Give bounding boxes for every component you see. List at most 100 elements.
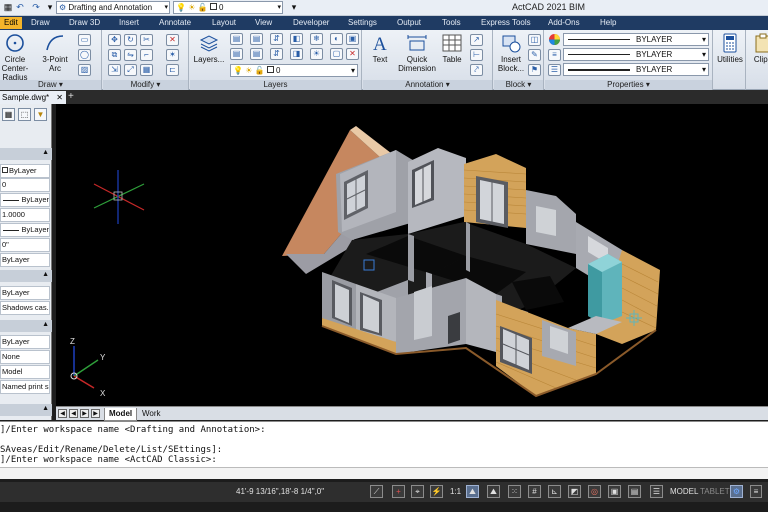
tab-add-ons[interactable]: Add-Ons: [544, 17, 584, 29]
tab-annotate[interactable]: Annotate: [155, 17, 195, 29]
otrack-icon[interactable]: ▣: [608, 485, 621, 498]
tab-edit[interactable]: Edit: [0, 17, 22, 29]
tab-draw-3d[interactable]: Draw 3D: [65, 17, 104, 29]
trim-icon[interactable]: ✂: [140, 34, 153, 46]
grid-dots-icon[interactable]: ⁙: [508, 485, 521, 498]
erase-icon[interactable]: ✕: [166, 34, 179, 46]
grid-icon[interactable]: #: [528, 485, 541, 498]
text-button[interactable]: A Text: [365, 32, 395, 64]
layer-value[interactable]: 0: [0, 178, 50, 192]
tab-settings[interactable]: Settings: [344, 17, 381, 29]
plot-table-value[interactable]: None: [0, 350, 50, 364]
layer-merge-icon[interactable]: ▤: [250, 48, 263, 60]
linetype-value[interactable]: ByLayer: [0, 193, 50, 207]
scale-icon[interactable]: ⤢: [124, 64, 137, 76]
workspace-combo[interactable]: ⚙ Drafting and Annotation ▾: [56, 1, 170, 14]
new-tab-button[interactable]: +: [68, 91, 74, 103]
lineweight-combo[interactable]: BYLAYER ▾: [563, 63, 709, 76]
layer-isolate-icon[interactable]: ◧: [290, 33, 303, 45]
tab-output[interactable]: Output: [393, 17, 425, 29]
redo-icon[interactable]: ↷: [30, 2, 42, 13]
layer-on-icon[interactable]: ☀: [310, 48, 323, 60]
rotate-icon[interactable]: ↻: [124, 34, 137, 46]
mirror-icon[interactable]: ⇋: [124, 49, 137, 61]
layer-combo-top[interactable]: 💡 ☀ 🔓 0 ▾: [173, 1, 283, 14]
close-icon[interactable]: ✕: [56, 91, 63, 104]
copy-icon[interactable]: ⧉: [108, 49, 121, 61]
table-button[interactable]: Table: [437, 32, 467, 64]
explode-icon[interactable]: ✶: [166, 49, 179, 61]
tablet-toggle[interactable]: TABLET: [700, 487, 730, 496]
linetype-scale-value[interactable]: 1.0000: [0, 208, 50, 222]
arc-button[interactable]: 3-Point Arc: [38, 32, 72, 73]
last-tab-icon[interactable]: ▶: [91, 409, 100, 418]
clipboard-button[interactable]: Clipb: [747, 32, 768, 64]
tab-tools[interactable]: Tools: [438, 17, 465, 29]
create-block-icon[interactable]: ◫: [528, 34, 541, 46]
circle-button[interactable]: Circle Center-Radius: [0, 32, 32, 82]
tab-model[interactable]: Model: [104, 408, 138, 421]
color-value[interactable]: ByLayer: [0, 164, 50, 178]
tab-developer[interactable]: Developer: [289, 17, 333, 29]
dropdown-icon[interactable]: ▾: [44, 2, 56, 13]
dynamic-ucs-icon[interactable]: ⟋: [370, 485, 383, 498]
cursor-icon[interactable]: +: [392, 485, 405, 498]
layer-match-icon[interactable]: ⇵: [270, 33, 283, 45]
leader-icon[interactable]: ↗: [470, 34, 483, 46]
annotation-scale[interactable]: 1:1: [450, 487, 461, 496]
quick-properties-icon[interactable]: ☰: [650, 485, 663, 498]
tab-draw[interactable]: Draw: [27, 17, 54, 29]
annotation-scale-icon[interactable]: ⛰: [466, 485, 479, 498]
settings-icon[interactable]: ⚙: [730, 485, 743, 498]
snap-icon[interactable]: ⌖: [411, 485, 424, 498]
model-viewport[interactable]: Z Y X: [56, 104, 768, 406]
utilities-button[interactable]: Utilities: [714, 32, 746, 64]
status-menu-icon[interactable]: ≡: [750, 485, 762, 498]
attribute-icon[interactable]: ⚑: [528, 64, 541, 76]
customize-icon[interactable]: ▾: [288, 2, 300, 13]
first-tab-icon[interactable]: ◀: [58, 409, 67, 418]
osnap-icon[interactable]: ◎: [588, 485, 601, 498]
fillet-icon[interactable]: ⌐: [140, 49, 153, 61]
tab-layout[interactable]: Layout: [208, 17, 240, 29]
layer-thaw-icon[interactable]: ◨: [290, 48, 303, 60]
tab-express-tools[interactable]: Express Tools: [477, 17, 535, 29]
edit-block-icon[interactable]: ✎: [528, 49, 541, 61]
ellipse-icon[interactable]: ◯: [78, 49, 91, 61]
plot-style-value[interactable]: ByLayer: [0, 286, 50, 300]
layer-walk-icon[interactable]: ▤: [230, 48, 243, 60]
tab-help[interactable]: Help: [596, 17, 620, 29]
document-tab[interactable]: Sample.dwg* ✕: [0, 91, 66, 104]
layer-freeze-icon[interactable]: ❄: [310, 33, 323, 45]
tab-view[interactable]: View: [251, 17, 276, 29]
shadow-value[interactable]: Shadows cas...: [0, 301, 50, 315]
color-combo[interactable]: BYLAYER ▾: [563, 33, 709, 46]
hatch-icon[interactable]: ▨: [78, 64, 91, 76]
layer-combo[interactable]: 💡 ☀ 🔓 0 ▾: [230, 64, 358, 77]
stretch-icon[interactable]: ⇲: [108, 64, 121, 76]
color-wheel-icon[interactable]: [548, 33, 561, 46]
plot-space-value[interactable]: Model: [0, 365, 50, 379]
model-space-toggle[interactable]: MODEL: [670, 487, 698, 496]
tab-work[interactable]: Work: [138, 408, 165, 420]
tab-insert[interactable]: Insert: [115, 17, 143, 29]
mleader-icon[interactable]: ⤤: [470, 64, 483, 76]
layer-off-icon[interactable]: ◐: [330, 33, 343, 45]
layer-unisolate-icon[interactable]: ⇵: [270, 48, 283, 60]
pickadd-icon[interactable]: ▼: [34, 108, 47, 121]
linetype-combo[interactable]: BYLAYER ▾: [563, 48, 709, 61]
material-value[interactable]: ByLayer: [0, 253, 50, 267]
plot-style-table-value[interactable]: Named print s...: [0, 380, 50, 394]
annotation-visibility-icon[interactable]: ⚡: [430, 485, 443, 498]
layer-state-icon[interactable]: ▤: [230, 33, 243, 45]
lineweight-icon[interactable]: ☰: [548, 64, 561, 76]
select-objects-icon[interactable]: ⬚: [18, 108, 31, 121]
new-icon[interactable]: ▦: [2, 2, 14, 13]
layers-button[interactable]: Layers...: [192, 32, 226, 64]
plot-section-header[interactable]: ▲: [0, 320, 52, 332]
lineweight-display-icon[interactable]: ▤: [628, 485, 641, 498]
command-input[interactable]: [0, 467, 768, 479]
view-section-header[interactable]: ▲: [0, 404, 52, 416]
dimstyle-icon[interactable]: ⊢: [470, 49, 483, 61]
layer-unlock-icon[interactable]: ▢: [330, 48, 343, 60]
